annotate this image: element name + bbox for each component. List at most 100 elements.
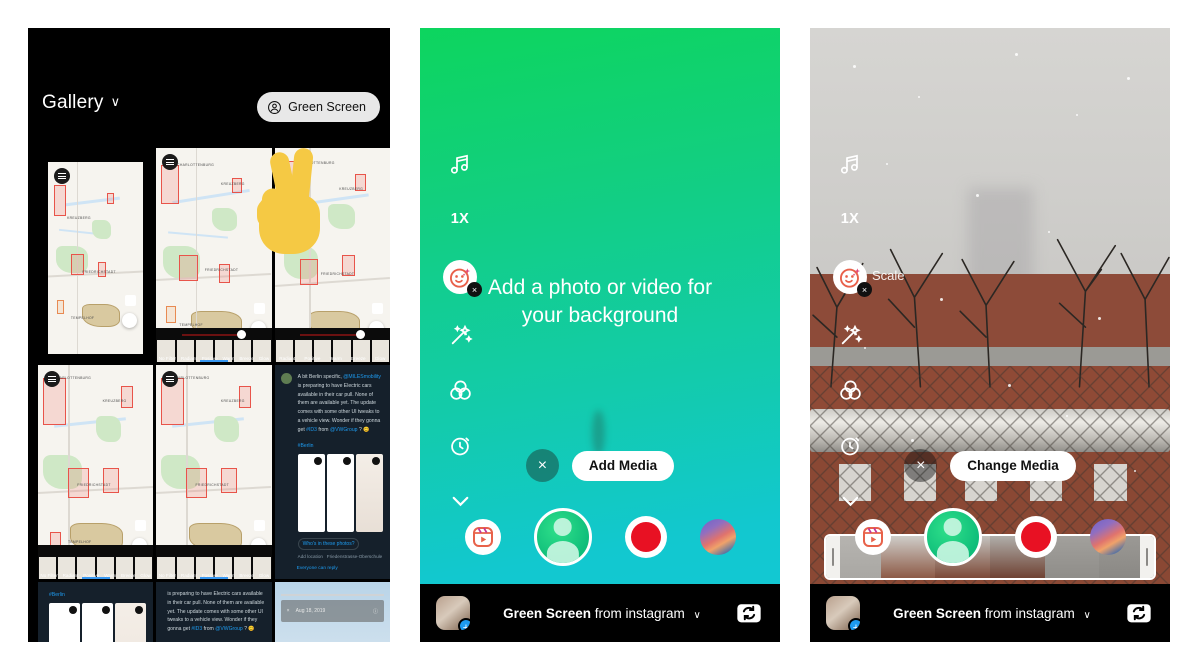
media-date-bar[interactable]: × Aug 18, 2019 ⓘ	[280, 600, 384, 622]
gallery-thumbnail[interactable]: A bit Berlin specific, @MILESmobility is…	[274, 365, 390, 579]
filter-name: Glow	[258, 573, 270, 578]
filter-intensity-slider[interactable]	[275, 328, 390, 342]
user-avatar[interactable]: +	[436, 596, 470, 630]
tweet-screenshot: A bit Berlin specific, @MILESmobility is…	[274, 365, 390, 579]
gallery-thumbnail[interactable]: × Aug 18, 2019 ⓘ	[274, 582, 390, 642]
filter-names: Radiant Positive Warm Breeze Glow	[275, 356, 390, 361]
scale-hint-label: Scale	[872, 268, 905, 283]
tweet-mention-vw: @VWGroup	[215, 626, 243, 632]
gallery-grid[interactable]: KREUZBERG FRIEDRICHSTADT TEMPELHOF CHARL…	[38, 148, 390, 642]
effect-source: from instagram	[984, 605, 1075, 621]
change-media-row: × Change Media	[810, 449, 1170, 482]
gallery-thumbnail[interactable]: CHARLOTTENBURG KREUZBERG FRIEDRICHSTADT …	[38, 365, 154, 579]
info-icon[interactable]: ⓘ	[373, 608, 378, 615]
gallery-panel: Gallery ∨ Green Screen KREUZBERG FRIEDRI…	[28, 28, 390, 642]
add-media-button[interactable]: Add Media	[571, 450, 675, 481]
add-story-badge[interactable]: +	[458, 618, 470, 630]
avatar	[280, 373, 292, 384]
gallery-thumbnail[interactable]: #Berlin	[38, 582, 154, 642]
filter-name: No Filter	[158, 573, 177, 578]
clear-effect-icon[interactable]: ×	[857, 282, 872, 297]
green-screen-empty-panel: 1X × Add a photo or video for your backg…	[420, 28, 780, 642]
filter-name: Radiant	[180, 356, 197, 361]
bottom-bar: + Green Screen from instagram ∨	[810, 584, 1170, 642]
green-screen-mode-icon[interactable]	[533, 508, 592, 566]
music-note-icon[interactable]	[446, 150, 474, 178]
reels-icon[interactable]	[854, 519, 891, 555]
add-story-badge[interactable]: +	[848, 618, 860, 630]
close-icon[interactable]	[69, 606, 78, 614]
flip-camera-icon[interactable]	[1124, 598, 1154, 628]
tweet-from: from	[318, 426, 329, 433]
close-button[interactable]: ×	[525, 449, 559, 482]
magic-wand-icon[interactable]	[836, 321, 864, 349]
camera-mode-row[interactable]	[420, 508, 780, 566]
who-in-photos-button[interactable]: Who's in these photos?	[297, 538, 360, 551]
filter-name: Breeze	[351, 356, 366, 361]
effect-attribution[interactable]: Green Screen from instagram ∨	[860, 606, 1124, 621]
gallery-thumbnail[interactable]: is preparing to have Electric cars avail…	[156, 582, 272, 642]
close-icon[interactable]	[135, 606, 144, 614]
zoom-level-button[interactable]: 1X	[836, 205, 864, 233]
close-icon[interactable]	[342, 457, 351, 466]
tweet-screenshot: #Berlin	[38, 582, 154, 642]
filter-intensity-slider[interactable]	[156, 328, 271, 342]
location-chip[interactable]: Friedenstrasse-Oberschule	[327, 554, 382, 559]
gallery-thumbnail[interactable]: KREUZBERG FRIEDRICHSTADT TEMPELHOF	[38, 148, 154, 362]
bottom-bar: + Green Screen from instagram ∨	[420, 584, 780, 642]
tweet-reply-setting: Everyone can reply	[296, 566, 338, 571]
tweet-images	[49, 603, 147, 642]
green-screen-with-media-panel: 1X × Scale × Change Media + Green Screen…	[810, 28, 1170, 642]
filter-name: Radiant	[279, 356, 296, 361]
close-icon[interactable]	[313, 457, 322, 466]
map-layers-icon	[135, 520, 147, 531]
filter-name: Breeze	[239, 573, 254, 578]
reels-icon[interactable]	[464, 519, 501, 555]
filter-name: Breeze	[239, 356, 254, 361]
camera-mode-row[interactable]	[810, 508, 1170, 566]
color-filters-icon[interactable]	[446, 376, 474, 404]
map-locate-icon	[122, 313, 138, 328]
tweet-images	[297, 454, 383, 533]
person-circle-icon	[267, 100, 282, 115]
record-button[interactable]	[624, 516, 667, 558]
chevron-down-icon: ∨	[110, 94, 121, 109]
background-hint-text: Add a photo or video for your background	[420, 274, 780, 329]
close-button[interactable]: ×	[904, 449, 938, 482]
tweet-hashtag-id3: #ID3	[191, 626, 203, 632]
effects-button[interactable]: ×	[833, 260, 872, 297]
filter-name: Glow	[258, 356, 270, 361]
chevron-down-icon: ∨	[693, 609, 701, 621]
change-media-button[interactable]: Change Media	[950, 450, 1076, 481]
map-layers-icon	[125, 295, 137, 306]
filter-name: Radiant	[62, 573, 79, 578]
close-icon[interactable]	[102, 606, 111, 614]
color-filters-icon[interactable]	[836, 376, 864, 404]
green-screen-mode-icon[interactable]	[923, 508, 982, 566]
music-note-icon[interactable]	[836, 150, 864, 178]
gallery-title-label: Gallery	[42, 92, 104, 113]
tweet-screenshot: is preparing to have Electric cars avail…	[156, 582, 272, 642]
gallery-thumbnail[interactable]: CHARLOTTENBURG KREUZBERG FRIEDRICHSTADT …	[156, 365, 272, 579]
tweet-hashtag: #Berlin	[49, 592, 65, 598]
effect-attribution[interactable]: Green Screen from instagram ∨	[470, 606, 734, 621]
gallery-thumbnail[interactable]: CHARLOTTENBURG KREUZBERG FRIEDRICHSTADT …	[156, 148, 272, 362]
add-location-label[interactable]: Add location	[298, 554, 323, 559]
filter-name: Glow	[140, 573, 151, 578]
effects-orb-icon[interactable]	[1089, 519, 1126, 555]
zoom-level-button[interactable]: 1X	[446, 205, 474, 233]
close-icon[interactable]: ×	[287, 608, 290, 614]
tweet-end: ? 😊	[358, 426, 370, 433]
filter-name: No Filter	[40, 573, 58, 578]
effects-orb-icon[interactable]	[699, 519, 736, 555]
screenshot-stage: Gallery ∨ Green Screen KREUZBERG FRIEDRI…	[0, 0, 1200, 670]
green-screen-pill-button[interactable]: Green Screen	[257, 92, 380, 122]
tweet-mention-vw: @VWGroup	[329, 426, 358, 433]
close-icon[interactable]	[371, 457, 380, 466]
record-button[interactable]	[1014, 516, 1057, 558]
gallery-title[interactable]: Gallery ∨	[42, 92, 120, 114]
user-avatar[interactable]: +	[826, 596, 860, 630]
map-layers-icon	[253, 303, 265, 314]
flip-camera-icon[interactable]	[734, 598, 764, 628]
gallery-thumbnail[interactable]: CHARLOTTENBURG KREUZBERG FRIEDRICHSTADT	[274, 148, 390, 362]
